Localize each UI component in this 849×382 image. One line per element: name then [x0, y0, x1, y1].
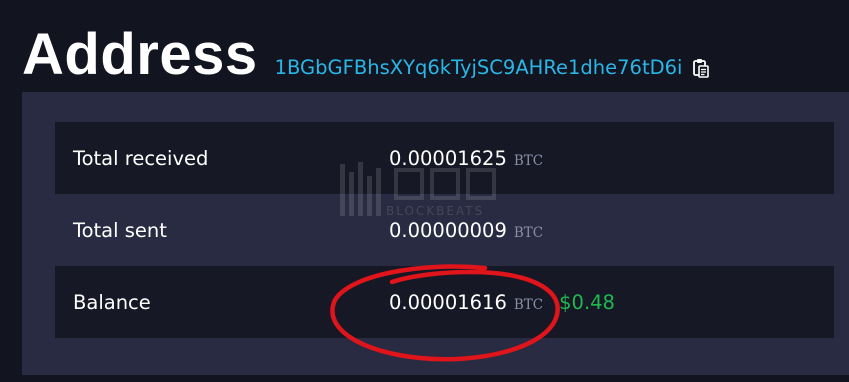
- address-link[interactable]: 1BGbGFBhsXYq6kTyjSC9AHRe1dhe76tD6i: [275, 56, 683, 79]
- summary-row-balance: Balance 0.00001616 BTC $0.48: [55, 266, 834, 338]
- clipboard-copy-icon[interactable]: [692, 58, 710, 78]
- row-label: Total sent: [73, 218, 167, 242]
- summary-row-total-sent: Total sent 0.00000009 BTC: [55, 194, 834, 266]
- currency-unit: BTC: [513, 296, 544, 313]
- amount-value: 0.00000009: [389, 218, 507, 242]
- page-title: Address: [22, 22, 258, 87]
- summary-row-total-received: Total received 0.00001625 BTC: [55, 122, 834, 194]
- row-value: 0.00000009 BTC: [389, 219, 543, 242]
- usd-value: $0.48: [559, 290, 615, 314]
- row-label: Balance: [73, 290, 151, 314]
- amount-value: 0.00001616: [389, 290, 507, 314]
- currency-unit: BTC: [513, 152, 544, 169]
- row-value: 0.00001616 BTC $0.48: [389, 291, 615, 314]
- row-label: Total received: [73, 146, 209, 170]
- row-value: 0.00001625 BTC: [389, 147, 543, 170]
- currency-unit: BTC: [513, 224, 544, 241]
- page-header: Address 1BGbGFBhsXYq6kTyjSC9AHRe1dhe76tD…: [22, 18, 710, 84]
- amount-value: 0.00001625: [389, 146, 507, 170]
- address-summary-table: Total received 0.00001625 BTC Total sent…: [55, 122, 834, 338]
